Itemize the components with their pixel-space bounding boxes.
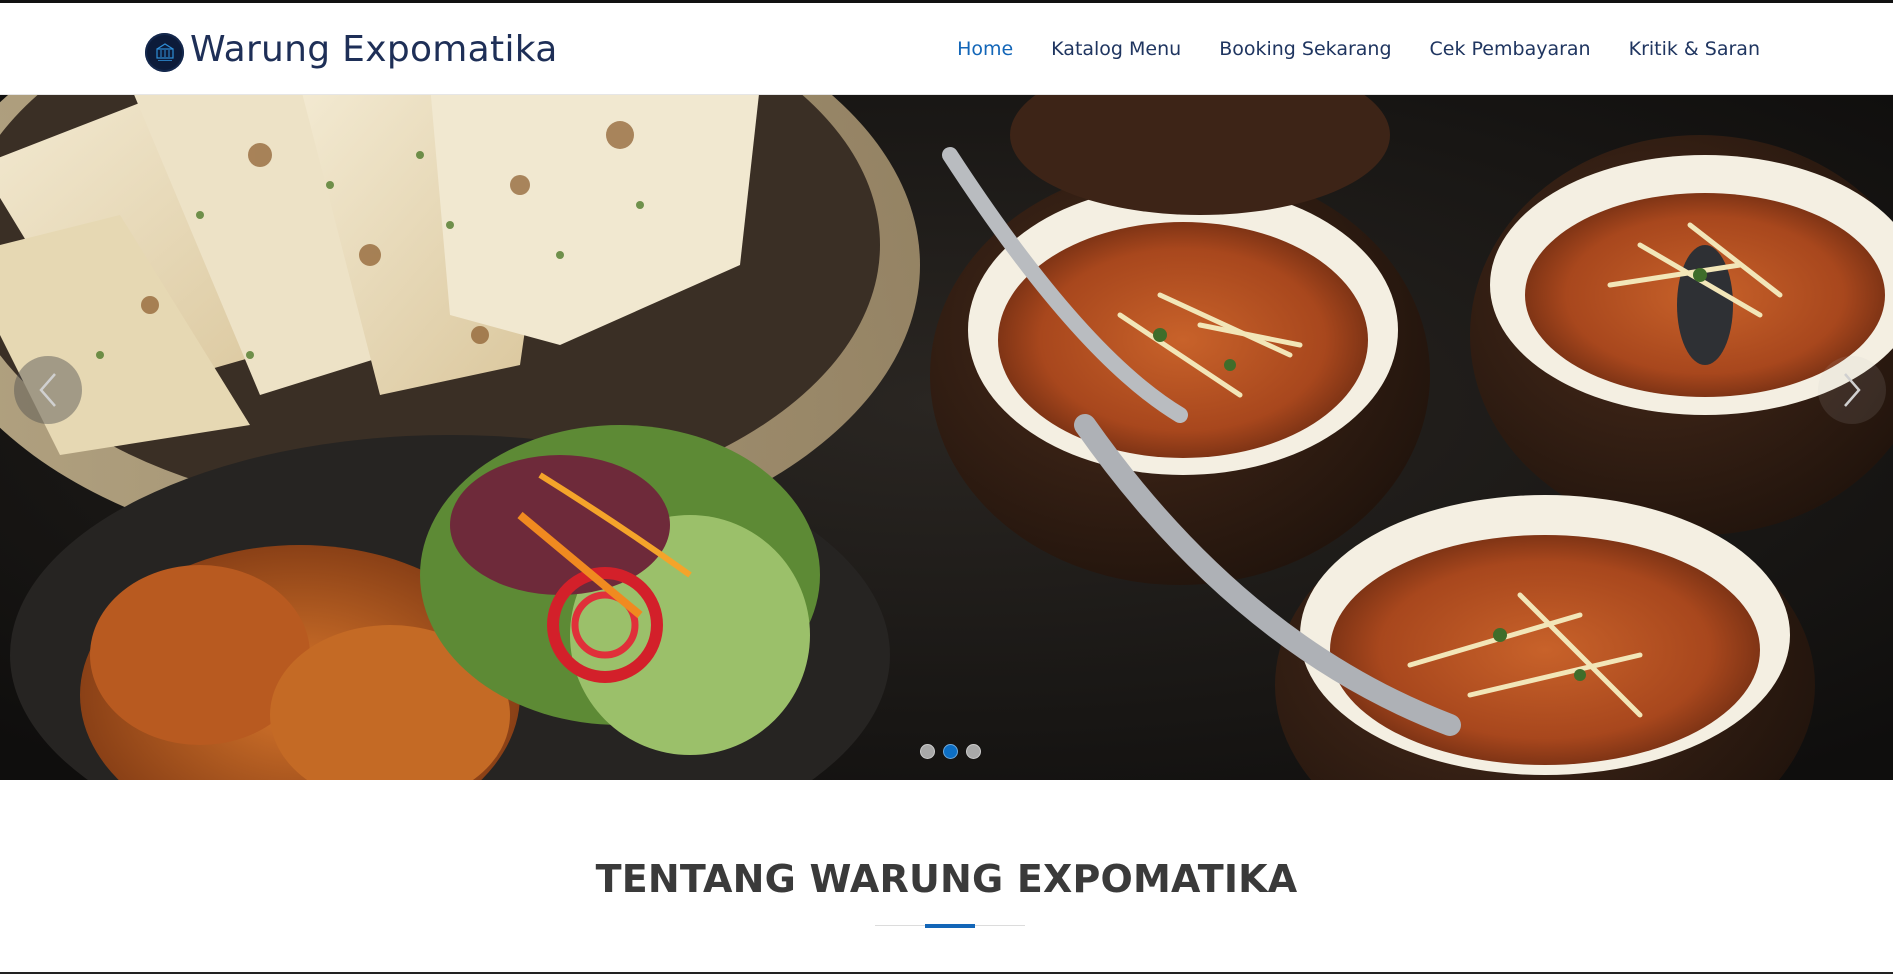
nav-booking-sekarang[interactable]: Booking Sekarang <box>1219 38 1391 60</box>
nav-cek-pembayaran[interactable]: Cek Pembayaran <box>1430 38 1591 60</box>
about-section: TENTANG WARUNG EXPOMATIKA <box>0 780 1893 974</box>
nav-kritik-saran[interactable]: Kritik & Saran <box>1629 38 1760 60</box>
brand-link[interactable]: Warung Expomatika <box>145 27 558 72</box>
hero-carousel <box>0 95 1893 780</box>
nav-katalog-menu[interactable]: Katalog Menu <box>1051 38 1181 60</box>
carousel-indicators <box>920 744 981 759</box>
carousel-dot-3[interactable] <box>966 744 981 759</box>
title-divider-accent <box>925 924 975 928</box>
chevron-right-icon <box>1844 373 1861 407</box>
hero-food-image <box>0 95 1893 780</box>
carousel-dot-2[interactable] <box>943 744 958 759</box>
carousel-next-button[interactable] <box>1818 356 1886 424</box>
brand-name: Warung Expomatika <box>190 29 558 70</box>
brand-logo-icon <box>145 33 184 72</box>
about-title: TENTANG WARUNG EXPOMATIKA <box>595 857 1298 901</box>
carousel-prev-button[interactable] <box>14 356 82 424</box>
nav-home[interactable]: Home <box>957 38 1013 60</box>
chevron-left-icon <box>39 373 56 407</box>
carousel-dot-1[interactable] <box>920 744 935 759</box>
site-header: Warung Expomatika Home Katalog Menu Book… <box>0 3 1893 95</box>
main-nav: Home Katalog Menu Booking Sekarang Cek P… <box>957 38 1760 60</box>
